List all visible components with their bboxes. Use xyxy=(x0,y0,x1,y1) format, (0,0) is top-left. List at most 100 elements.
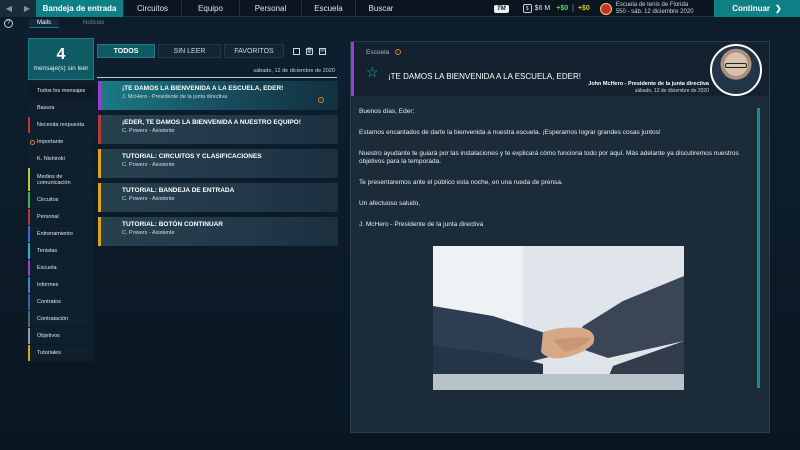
filter-tab-favorites[interactable]: FAVORITOS xyxy=(224,44,284,58)
sidebar-item[interactable]: Objetivos xyxy=(28,328,94,344)
money-delta-green: +$0 xyxy=(556,5,569,12)
folder-color-bar xyxy=(28,328,30,344)
mail-category-bar xyxy=(98,115,101,144)
sidebar-item-label: Medios de comunicación xyxy=(37,173,71,186)
help-icon[interactable]: ? xyxy=(4,18,13,28)
sidebar-item[interactable]: Importante xyxy=(28,134,94,150)
tab-inbox[interactable]: Bandeja de entrada xyxy=(36,0,124,17)
sidebar-item[interactable]: Entrenamiento xyxy=(28,226,94,242)
unread-counter: 4 mensaje(s) sin leer xyxy=(28,38,94,80)
list-filter-tabs: TODOS SIN LEER FAVORITOS 🗑 ✉ xyxy=(97,43,337,59)
mail-category-bar xyxy=(98,81,101,110)
subtab-news[interactable]: Noticias xyxy=(75,19,112,27)
folder-color-bar xyxy=(28,294,30,310)
sidebar-item[interactable]: Contratación xyxy=(28,311,94,327)
sidebar-item[interactable]: Circuitos xyxy=(28,192,94,208)
sidebar-item[interactable]: K. Nishiroki xyxy=(28,151,94,167)
filter-tab-unread[interactable]: SIN LEER xyxy=(158,44,221,58)
sidebar-item-label: Necesita respuesta xyxy=(37,122,85,128)
school-badge-icon[interactable] xyxy=(599,2,612,15)
category-label: Escuela xyxy=(366,49,390,56)
game-logo: TM xyxy=(494,4,509,13)
continue-button[interactable]: Continuar ❯ xyxy=(714,0,800,17)
mail-title: TUTORIAL: CIRCUITOS Y CLASIFICACIONES xyxy=(122,153,262,160)
mail-category-bar xyxy=(98,183,101,212)
mail-list-item[interactable]: TUTORIAL: BOTÓN CONTINUAR C. Powers - Asi… xyxy=(98,217,338,246)
folder-color-bar xyxy=(28,311,30,327)
unread-count: 4 xyxy=(56,45,66,63)
sidebar-item[interactable]: Personal xyxy=(28,209,94,225)
sidebar-item[interactable]: Medios de comunicación xyxy=(28,168,94,191)
sidebar-item-label: Importante xyxy=(37,139,64,145)
sidebar-item-label: Contratos xyxy=(37,299,61,305)
sidebar-item[interactable]: Escuela xyxy=(28,260,94,276)
scrollbar[interactable] xyxy=(757,108,760,388)
forward-arrow-icon[interactable]: ▶ xyxy=(24,4,30,13)
body-paragraph: Nuestro ayudante te guiará por las insta… xyxy=(359,150,739,165)
sidebar-item[interactable]: Informes xyxy=(28,277,94,293)
mail-sender: C. Powers - Asistente xyxy=(122,162,175,168)
body-paragraph: Estamos encantados de darte la bienvenid… xyxy=(359,129,661,136)
folder-color-bar xyxy=(28,345,30,361)
scrollbar-thumb[interactable] xyxy=(757,108,760,388)
folder-color-bar xyxy=(28,277,30,293)
unread-label: mensaje(s) sin leer xyxy=(33,64,89,72)
sidebar-item[interactable]: Basura xyxy=(28,100,94,116)
back-arrow-icon[interactable]: ◀ xyxy=(6,4,12,13)
tab-staff[interactable]: Personal xyxy=(240,0,302,17)
body-paragraph: Te presentaremos ante el público esta no… xyxy=(359,179,563,186)
folder-color-bar xyxy=(28,117,30,133)
sidebar-item-label: Tutoriales xyxy=(37,350,61,356)
filter-tab-all[interactable]: TODOS xyxy=(97,44,155,58)
sidebar-item-label: Escuela xyxy=(37,265,57,271)
trash-icon[interactable]: 🗑 xyxy=(306,47,313,55)
list-date: sábado, 12 de diciembre de 2020 xyxy=(250,68,335,74)
body-paragraph: Un afectuoso saludo, xyxy=(359,200,421,207)
mail-sender: C. Powers - Asistente xyxy=(122,196,175,202)
chevron-right-icon: ❯ xyxy=(775,4,782,13)
subtab-mails[interactable]: Mails xyxy=(29,18,60,28)
mail-sender: C. Powers - Asistente xyxy=(122,230,175,236)
mail-title: ¡TE DAMOS LA BIENVENIDA A LA ESCUELA, ED… xyxy=(122,85,284,92)
money-icon: $ xyxy=(522,4,532,13)
needs-attention-icon: ! xyxy=(318,97,324,103)
message-header: Escuela ! ☆ ¡TE DAMOS LA BIENVENIDA A LA… xyxy=(351,42,769,96)
folder-sidebar: 4 mensaje(s) sin leer Todos los mensajes… xyxy=(28,38,94,361)
sidebar-item-label: Entrenamiento xyxy=(37,231,73,237)
mail-title: TUTORIAL: BANDEJA DE ENTRADA xyxy=(122,187,235,194)
body-paragraph: J. McHero - Presidente de la junta direc… xyxy=(359,221,484,228)
sidebar-item-label: Personal xyxy=(37,214,59,220)
status-bar: TM $ $6 M +$0 | +$0 Escuela de tenis de … xyxy=(494,0,694,17)
mark-read-envelope-icon[interactable]: ✉ xyxy=(319,47,326,55)
tab-search[interactable]: Buscar xyxy=(356,0,406,17)
sidebar-item-label: Circuitos xyxy=(37,197,59,203)
sidebar-item-label: Tenistas xyxy=(37,248,58,254)
mail-category-bar xyxy=(98,217,101,246)
sidebar-item[interactable]: Contratos xyxy=(28,294,94,310)
mail-list-item[interactable]: ¡EDER, TE DAMOS LA BIENVENIDA A NUESTRO … xyxy=(98,115,338,144)
mail-sender: C. Powers - Asistente xyxy=(122,128,175,134)
sidebar-item-label: Contratación xyxy=(37,316,69,322)
sub-nav: ? Mails Noticias xyxy=(0,17,800,29)
tab-team[interactable]: Equipo xyxy=(182,0,240,17)
sidebar-item-label: Objetivos xyxy=(37,333,60,339)
mail-list-item[interactable]: TUTORIAL: CIRCUITOS Y CLASIFICACIONES C. … xyxy=(98,149,338,178)
continue-label: Continuar xyxy=(732,4,771,13)
tab-school[interactable]: Escuela xyxy=(302,0,356,17)
message-sender: John McHero - Presidente de la junta dir… xyxy=(588,81,709,87)
folder-color-bar xyxy=(28,260,30,276)
tab-circuits[interactable]: Circuitos xyxy=(124,0,182,17)
mail-list-item[interactable]: TUTORIAL: BANDEJA DE ENTRADA C. Powers - … xyxy=(98,183,338,212)
sidebar-item[interactable]: Tenistas xyxy=(28,243,94,259)
sidebar-item[interactable]: Tutoriales xyxy=(28,345,94,361)
sidebar-item-label: K. Nishiroki xyxy=(37,156,65,162)
select-checkbox-icon[interactable] xyxy=(293,47,300,55)
sidebar-item[interactable]: Todos los mensajes xyxy=(28,83,94,99)
sidebar-item[interactable]: Necesita respuesta xyxy=(28,117,94,133)
school-name: Escuela de tenis de Florida xyxy=(615,1,689,8)
folder-list: Todos los mensajes Basura Necesita respues… xyxy=(28,83,94,361)
money-value: $6 M xyxy=(534,5,551,12)
star-favorite-icon[interactable]: ☆ xyxy=(366,64,379,81)
avatar-glasses xyxy=(725,63,747,68)
mail-list-item[interactable]: ¡TE DAMOS LA BIENVENIDA A LA ESCUELA, ED… xyxy=(98,81,338,110)
